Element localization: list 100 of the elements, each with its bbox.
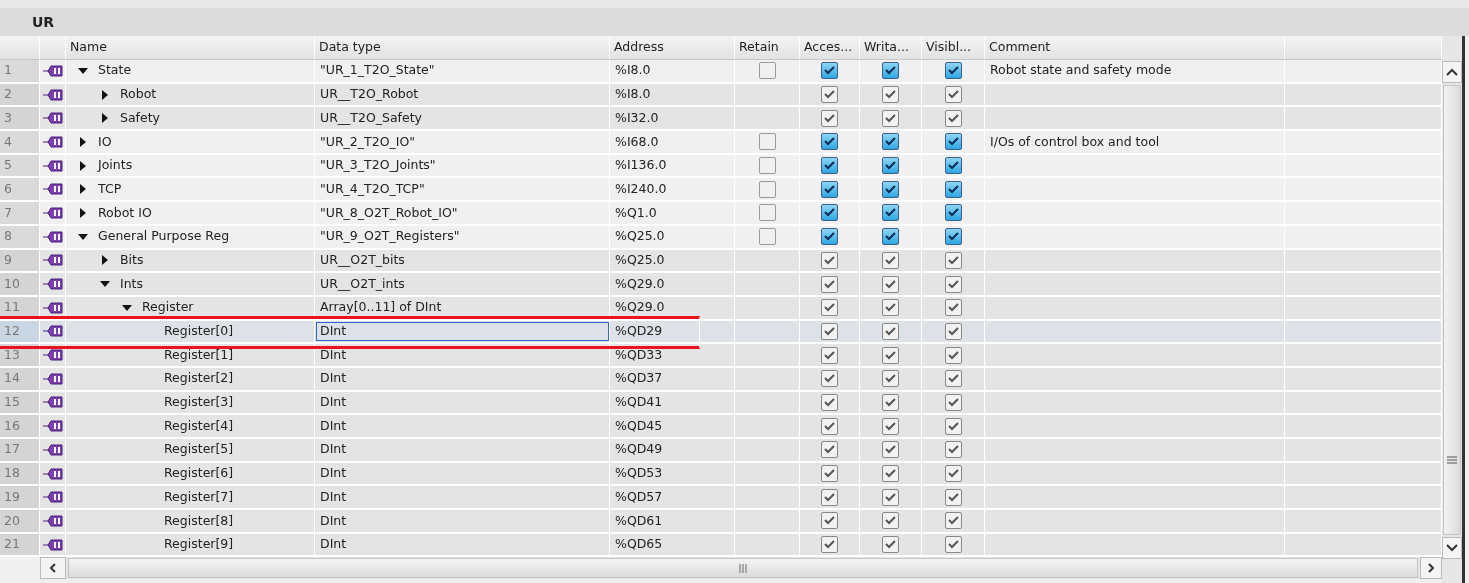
checkbox[interactable] — [882, 441, 899, 459]
checkbox[interactable] — [882, 62, 899, 80]
checkbox[interactable] — [882, 275, 899, 293]
column-header[interactable]: Visibl... — [922, 36, 985, 59]
data-type-cell[interactable]: DInt — [315, 320, 610, 343]
checkbox[interactable] — [882, 204, 899, 222]
checkbox[interactable] — [944, 62, 962, 80]
checkbox[interactable] — [882, 370, 899, 388]
checkbox[interactable] — [944, 346, 962, 364]
table-row[interactable]: 1 State "UR_1_T2O_State" %I8.0 Robot state and safety mode — [0, 60, 1442, 84]
checkbox[interactable] — [821, 322, 838, 340]
table-row[interactable]: 6 TCP "UR_4_T2O_TCP" %I240.0 — [0, 178, 1442, 203]
checkbox[interactable] — [882, 536, 899, 554]
scroll-left-button[interactable] — [40, 557, 66, 580]
table-row[interactable]: 16 Register[4] DInt %QD45 — [0, 415, 1442, 439]
checkbox[interactable] — [882, 393, 899, 411]
column-header[interactable]: Data type — [315, 36, 610, 59]
checkbox[interactable] — [821, 346, 838, 364]
checkbox[interactable] — [821, 488, 838, 506]
checkbox[interactable] — [944, 86, 962, 104]
checkbox[interactable] — [821, 465, 838, 483]
checkbox[interactable] — [944, 322, 962, 340]
checkbox[interactable] — [882, 512, 899, 530]
checkbox[interactable] — [882, 465, 899, 483]
checkbox[interactable] — [821, 109, 838, 127]
checkbox[interactable] — [758, 228, 776, 246]
column-header[interactable]: Acces... — [800, 36, 860, 59]
checkbox[interactable] — [758, 180, 776, 198]
table-row[interactable]: 19 Register[7] DInt %QD57 — [0, 486, 1442, 511]
checkbox[interactable] — [944, 512, 962, 530]
column-header[interactable]: Address — [610, 36, 735, 59]
checkbox[interactable] — [882, 322, 899, 340]
checkbox[interactable] — [821, 62, 838, 80]
checkbox[interactable] — [882, 488, 899, 506]
checkbox[interactable] — [882, 180, 899, 198]
checkbox[interactable] — [821, 251, 838, 269]
checkbox[interactable] — [758, 204, 776, 222]
checkbox[interactable] — [944, 133, 962, 151]
checkbox[interactable] — [882, 346, 899, 364]
checkbox[interactable] — [758, 133, 776, 151]
checkbox[interactable] — [758, 157, 776, 175]
checkbox[interactable] — [821, 180, 838, 198]
checkbox[interactable] — [882, 109, 899, 127]
checkbox[interactable] — [944, 109, 962, 127]
checkbox[interactable] — [882, 251, 899, 269]
checkbox[interactable] — [821, 536, 838, 554]
expander-icon[interactable] — [76, 233, 90, 240]
checkbox[interactable] — [821, 275, 838, 293]
table-row[interactable]: 9 Bits UR__O2T_bits %Q25.0 — [0, 249, 1442, 274]
table-row[interactable]: 7 Robot IO "UR_8_O2T_Robot_IO" %Q1.0 — [0, 202, 1442, 226]
checkbox[interactable] — [882, 228, 899, 246]
checkbox[interactable] — [944, 204, 962, 222]
checkbox[interactable] — [758, 62, 776, 80]
scrollbar-thumb[interactable] — [1443, 85, 1461, 535]
column-header[interactable]: Comment — [985, 36, 1285, 59]
table-row[interactable]: 13 Register[1] DInt %QD33 — [0, 344, 1442, 368]
table-row[interactable]: 18 Register[6] DInt %QD53 — [0, 462, 1442, 487]
table-row[interactable]: 21 Register[9] DInt %QD65 — [0, 533, 1442, 558]
scroll-down-button[interactable] — [1442, 537, 1462, 559]
scrollbar-thumb[interactable] — [68, 558, 1418, 579]
checkbox[interactable] — [944, 275, 962, 293]
checkbox[interactable] — [944, 441, 962, 459]
checkbox[interactable] — [944, 488, 962, 506]
checkbox[interactable] — [821, 370, 838, 388]
checkbox[interactable] — [944, 417, 962, 435]
checkbox[interactable] — [821, 157, 838, 175]
table-row[interactable]: 4 IO "UR_2_T2O_IO" %I68.0 I/Os of control box and tool — [0, 131, 1442, 155]
expander-icon[interactable] — [98, 281, 112, 288]
checkbox[interactable] — [821, 86, 838, 104]
checkbox[interactable] — [821, 417, 838, 435]
table-row[interactable]: 10 Ints UR__O2T_ints %Q29.0 — [0, 273, 1442, 297]
checkbox[interactable] — [821, 512, 838, 530]
checkbox[interactable] — [944, 465, 962, 483]
checkbox[interactable] — [882, 133, 899, 151]
column-header[interactable]: Name — [66, 36, 315, 59]
checkbox[interactable] — [882, 299, 899, 317]
table-row[interactable]: 17 Register[5] DInt %QD49 — [0, 439, 1442, 463]
column-header[interactable]: Writa... — [860, 36, 922, 59]
checkbox[interactable] — [821, 299, 838, 317]
expander-icon[interactable] — [76, 67, 90, 74]
table-row[interactable]: 15 Register[3] DInt %QD41 — [0, 391, 1442, 416]
checkbox[interactable] — [882, 417, 899, 435]
checkbox[interactable] — [944, 299, 962, 317]
checkbox[interactable] — [882, 86, 899, 104]
checkbox[interactable] — [821, 441, 838, 459]
table-row[interactable]: 20 Register[8] DInt %QD61 — [0, 510, 1442, 534]
column-header[interactable]: Retain — [735, 36, 800, 59]
checkbox[interactable] — [944, 180, 962, 198]
table-row[interactable]: 5 Joints "UR_3_T2O_Joints" %I136.0 — [0, 154, 1442, 179]
expander-icon[interactable] — [120, 304, 134, 311]
checkbox[interactable] — [944, 251, 962, 269]
checkbox[interactable] — [944, 536, 962, 554]
table-row[interactable]: 14 Register[2] DInt %QD37 — [0, 367, 1442, 392]
checkbox[interactable] — [944, 157, 962, 175]
table-row[interactable]: 3 Safety UR__T2O_Safety %I32.0 — [0, 107, 1442, 132]
checkbox[interactable] — [882, 157, 899, 175]
checkbox[interactable] — [821, 133, 838, 151]
checkbox[interactable] — [821, 204, 838, 222]
scroll-right-button[interactable] — [1420, 557, 1442, 580]
checkbox[interactable] — [944, 228, 962, 246]
